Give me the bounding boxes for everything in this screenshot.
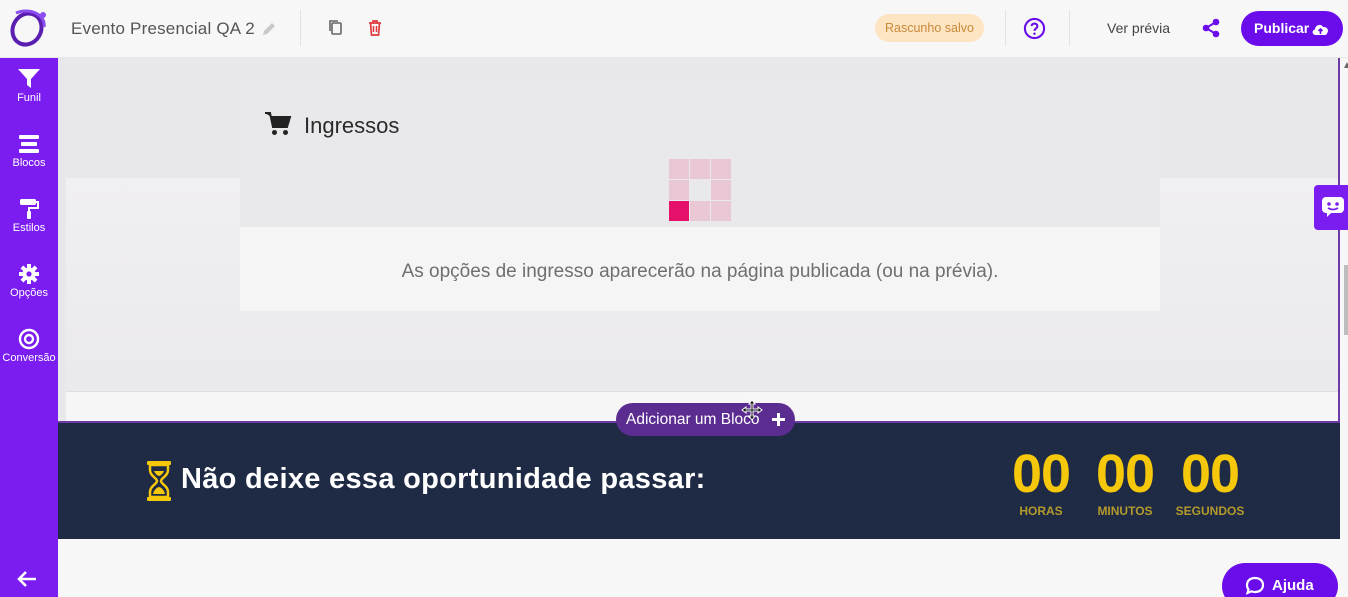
scrollbar-thumb[interactable] — [1344, 265, 1348, 335]
add-block-button[interactable]: Adicionar um Bloco — [616, 403, 795, 436]
sidebar-item-blocos[interactable]: Blocos — [0, 123, 58, 183]
sidebar-item-funil[interactable]: Funil — [0, 58, 58, 118]
hourglass-icon — [147, 461, 171, 501]
paint-roller-icon — [20, 199, 39, 219]
shopping-cart-icon — [265, 112, 292, 135]
countdown-minutes: 00 — [1095, 444, 1155, 504]
divider — [1069, 10, 1070, 46]
share-icon[interactable] — [1200, 17, 1222, 39]
blocks-icon — [19, 135, 39, 153]
sidebar-item-label: Conversão — [2, 352, 56, 364]
chat-widget-tab[interactable] — [1314, 185, 1348, 230]
countdown-banner[interactable]: Não deixe essa oportunidade passar: 00 0… — [58, 423, 1340, 539]
countdown-minutes-label: MINUTOS — [1097, 504, 1153, 518]
chat-bubble-icon — [1245, 576, 1265, 595]
chat-bot-icon — [1322, 197, 1344, 217]
editor-canvas[interactable]: Ingressos As opções de ingresso aparecer… — [58, 58, 1340, 423]
funnel-icon — [18, 69, 40, 88]
plus-icon — [772, 413, 785, 426]
sidebar-item-conversao[interactable]: Conversão — [0, 318, 58, 378]
cloud-upload-icon — [1312, 24, 1328, 35]
loading-spinner — [669, 159, 731, 221]
gear-icon — [19, 264, 39, 284]
countdown-seconds: 00 — [1180, 444, 1240, 504]
sidebar-item-label: Opções — [10, 287, 48, 299]
sidebar-item-estilos[interactable]: Estilos — [0, 188, 58, 248]
app-logo[interactable] — [6, 7, 48, 49]
preview-button[interactable]: Ver prévia — [1107, 20, 1170, 36]
target-icon — [18, 328, 40, 350]
help-icon[interactable] — [1023, 17, 1046, 40]
sidebar-item-label: Funil — [17, 92, 41, 104]
tickets-title: Ingressos — [304, 113, 400, 138]
top-bar: Evento Presencial QA 2 Rascunho salvo Ve… — [0, 0, 1348, 58]
sidebar: Funil Blocos Estilos Opções Conversão — [0, 58, 58, 597]
move-cursor-icon — [741, 399, 763, 421]
countdown-hours: 00 — [1011, 444, 1071, 504]
countdown-headline: Não deixe essa oportunidade passar: — [181, 463, 706, 495]
tickets-message: As opções de ingresso aparecerão na pági… — [401, 261, 999, 282]
trash-icon[interactable] — [365, 18, 385, 38]
divider — [300, 10, 301, 46]
scroll-up-arrow[interactable]: ▲ — [1342, 60, 1348, 71]
publish-label: Publicar — [1254, 20, 1310, 36]
copy-icon[interactable] — [326, 18, 346, 38]
divider — [1005, 10, 1006, 46]
pencil-icon[interactable] — [261, 21, 277, 37]
help-chat-button[interactable]: Ajuda — [1222, 563, 1338, 597]
countdown-seconds-label: SEGUNDOS — [1175, 504, 1245, 518]
sidebar-item-opcoes[interactable]: Opções — [0, 253, 58, 313]
page-title[interactable]: Evento Presencial QA 2 — [71, 19, 255, 39]
add-block-label: Adicionar um Bloco — [626, 411, 760, 428]
status-badge: Rascunho salvo — [875, 14, 984, 42]
publish-button[interactable]: Publicar — [1241, 11, 1343, 46]
sidebar-item-label: Blocos — [12, 157, 46, 169]
help-label: Ajuda — [1272, 577, 1314, 594]
countdown-hours-label: HORAS — [1019, 504, 1063, 518]
arrow-left-icon[interactable] — [16, 568, 38, 590]
tickets-block[interactable]: Ingressos As opções de ingresso aparecer… — [240, 83, 1160, 311]
sidebar-item-label: Estilos — [12, 222, 46, 234]
